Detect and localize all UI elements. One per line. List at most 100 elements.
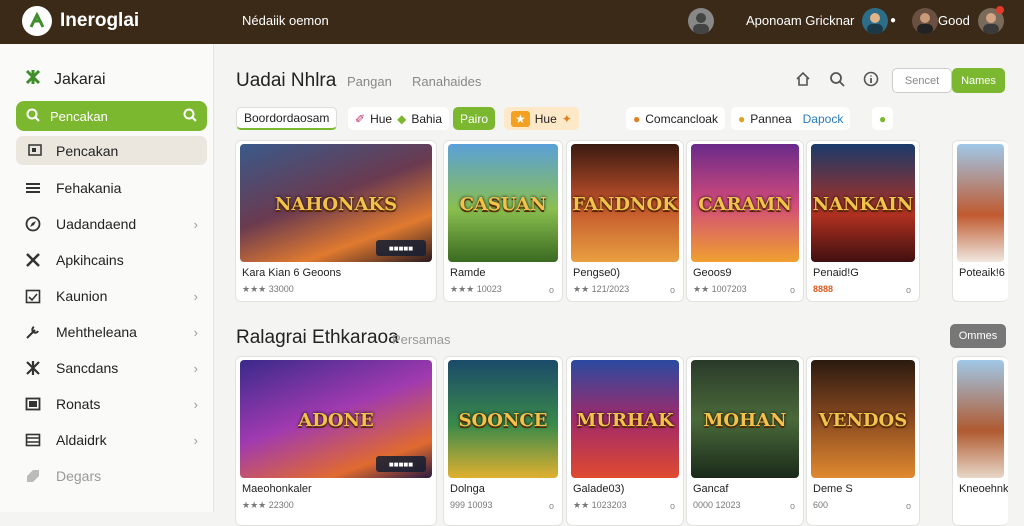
sidebar-item-0[interactable]: Fehakania: [24, 177, 204, 199]
filter-chip-pannea[interactable]: ● Pannea Dapock: [731, 107, 851, 130]
more-icon[interactable]: o: [790, 501, 795, 511]
game-art: NANKAIN: [811, 144, 915, 262]
search-icon[interactable]: [829, 71, 847, 89]
select-button[interactable]: Sencet: [892, 68, 952, 93]
header-tab-1[interactable]: Pangan: [347, 74, 392, 89]
more-icon[interactable]: o: [670, 501, 675, 511]
game-rating: ★★ 1023203: [573, 500, 627, 510]
leaf-icon: ●: [879, 111, 887, 126]
coin-icon: ●: [633, 111, 641, 126]
names-button[interactable]: Names: [952, 68, 1005, 93]
more-icon[interactable]: o: [670, 285, 675, 295]
sidebar-item-active[interactable]: Pencakan: [16, 136, 207, 165]
game-rating: ★★★ 22300: [242, 500, 294, 510]
sidebar-item-6[interactable]: Ronats ›: [24, 393, 204, 415]
game-art: CASUAN: [448, 144, 558, 262]
filter-chip-pairo[interactable]: Pairo: [453, 107, 496, 130]
sidebar-item-label: Mehtheleana: [56, 324, 137, 340]
top-user-name[interactable]: Aponoam Gricknar: [746, 13, 854, 28]
game-card[interactable]: CARAMN Geoos9 ★★ 1007203 o: [686, 140, 804, 302]
sidebar-brand[interactable]: Jakarai: [24, 68, 106, 91]
sidebar-item-2[interactable]: Apkihcains: [24, 249, 204, 271]
compass-icon: [24, 215, 42, 233]
game-title: Galade03): [573, 483, 625, 495]
sidebar-item-8[interactable]: Degars: [24, 465, 204, 487]
game-rating: 8888: [813, 284, 834, 294]
search-icon[interactable]: [183, 108, 197, 125]
home-icon[interactable]: [795, 71, 813, 89]
coin-icon: ●: [738, 111, 746, 126]
game-card[interactable]: Poteaik!6: [952, 140, 1008, 302]
chip-label: Pairo: [460, 111, 489, 126]
game-art: MOHAN: [691, 360, 799, 478]
more-icon[interactable]: o: [549, 501, 554, 511]
game-rating: 600: [813, 500, 829, 510]
game-rating: ★★★ 33000: [242, 284, 294, 294]
sidebar-item-5[interactable]: Sancdans ›: [24, 357, 204, 379]
platform-badge: ■■■■■: [376, 240, 426, 256]
game-art-title: MOHAN: [703, 409, 787, 431]
chip-label: Hue: [534, 111, 557, 126]
leaf-icon: ✐: [355, 111, 366, 126]
sidebar-search[interactable]: Pencakan: [16, 101, 207, 131]
tag-icon: [24, 467, 42, 485]
sidebar-item-label: Apkihcains: [56, 252, 124, 268]
game-title: Maeohonkaler: [242, 483, 312, 495]
user-avatar[interactable]: [862, 8, 888, 34]
game-rating: ★★ 121/2023: [573, 284, 630, 294]
game-card[interactable]: FANDNOK Pengse0) ★★ 121/2023 o: [566, 140, 684, 302]
game-art: CARAMN: [691, 144, 799, 262]
sidebar-item-label: Sancdans: [56, 360, 119, 376]
flame-icon: ✦: [561, 111, 572, 126]
game-art-title: SOONCE: [458, 409, 548, 431]
filter-chip-0[interactable]: Boordordaosam: [236, 107, 338, 130]
filter-chip-1[interactable]: ✐ Hue ◆ Bahia: [348, 107, 450, 130]
user2-avatar[interactable]: [912, 8, 938, 34]
more-icon[interactable]: o: [906, 285, 911, 295]
game-card[interactable]: MURHAK Galade03) ★★ 1023203 o: [566, 356, 684, 526]
sidebar-item-label: Uadandaend: [56, 216, 137, 232]
more-icon[interactable]: o: [906, 501, 911, 511]
chip-label: Pannea: [750, 111, 792, 126]
game-card[interactable]: ADONE ■■■■■ Maeohonkaler ★★★ 22300: [235, 356, 437, 526]
top-user2-name[interactable]: Good: [938, 13, 970, 28]
folder-icon: [28, 143, 42, 159]
game-card[interactable]: Kneoehnkt: [952, 356, 1008, 526]
flame-icon: ★: [511, 110, 530, 127]
chevron-right-icon: ›: [193, 360, 198, 376]
game-rating: 0000 12023: [693, 500, 741, 510]
more-icon[interactable]: o: [790, 285, 795, 295]
game-art: ADONE ■■■■■: [240, 360, 432, 478]
game-art-title: CARAMN: [698, 193, 792, 215]
header-tab-2[interactable]: Ranahaides: [412, 74, 481, 89]
game-card[interactable]: SOONCE Dolnga 999 10093 o: [443, 356, 563, 526]
game-title: Kneoehnkt: [959, 483, 1008, 495]
game-card[interactable]: NAHONAKS ■■■■■ Kara Kian 6 Geoons ★★★ 33…: [235, 140, 437, 302]
filter-chip-more[interactable]: ●: [872, 107, 894, 130]
info-icon[interactable]: [863, 71, 881, 89]
game-card[interactable]: VENDOS Deme S 600 o: [806, 356, 920, 526]
sidebar-item-1[interactable]: Uadandaend ›: [24, 213, 204, 235]
chip-label: Comcancloak: [645, 111, 718, 126]
game-title: Poteaik!6: [959, 267, 1005, 279]
game-art-title: NANKAIN: [812, 193, 914, 215]
section-subtitle: Persamas: [392, 332, 451, 347]
game-title: Kara Kian 6 Geoons: [242, 267, 342, 279]
filter-chip-comcan[interactable]: ● Comcancloak: [626, 107, 725, 130]
game-title: Deme S: [813, 483, 853, 495]
chip-label: Bahia: [411, 111, 443, 126]
notification-dot-icon: [996, 6, 1004, 14]
profile-icon[interactable]: [688, 8, 714, 34]
section-more-button[interactable]: Ommes: [950, 324, 1006, 348]
sidebar-brand-label: Jakarai: [54, 70, 106, 88]
game-card[interactable]: NANKAIN Penaid!G 8888 o: [806, 140, 920, 302]
game-card[interactable]: MOHAN Gancaf 0000 12023 o: [686, 356, 804, 526]
more-icon[interactable]: o: [549, 285, 554, 295]
sidebar-item-7[interactable]: Aldaidrk ›: [24, 429, 204, 451]
game-card[interactable]: CASUAN Ramde ★★★ 10023 o: [443, 140, 563, 302]
sidebar-item-3[interactable]: Kaunion ›: [24, 285, 204, 307]
app-logo-icon[interactable]: [22, 6, 52, 36]
sidebar-item-4[interactable]: Mehtheleana ›: [24, 321, 204, 343]
game-art: NAHONAKS ■■■■■: [240, 144, 432, 262]
filter-chip-hue[interactable]: ★ Hue ✦: [504, 107, 579, 130]
